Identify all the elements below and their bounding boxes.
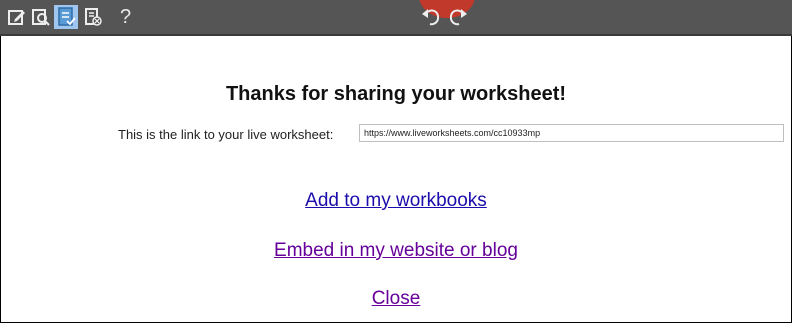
redo-icon[interactable] (447, 7, 469, 32)
undo-icon[interactable] (420, 7, 442, 32)
edit-icon[interactable] (8, 8, 26, 26)
close-link[interactable]: Close (0, 288, 792, 310)
worksheet-link-field[interactable] (359, 124, 784, 142)
dialog-title: Thanks for sharing your worksheet! (225, 83, 567, 105)
delete-worksheet-icon[interactable] (84, 8, 102, 26)
preview-icon[interactable] (32, 8, 50, 26)
link-label: This is the link to your live worksheet: (118, 127, 334, 142)
save-worksheet-icon[interactable] (54, 5, 78, 29)
help-icon[interactable]: ? (120, 6, 131, 29)
dialog-frame (0, 0, 792, 323)
embed-link[interactable]: Embed in my website or blog (0, 240, 792, 262)
toolbar: ? (0, 0, 792, 36)
add-to-workbooks-link[interactable]: Add to my workbooks (0, 190, 792, 212)
